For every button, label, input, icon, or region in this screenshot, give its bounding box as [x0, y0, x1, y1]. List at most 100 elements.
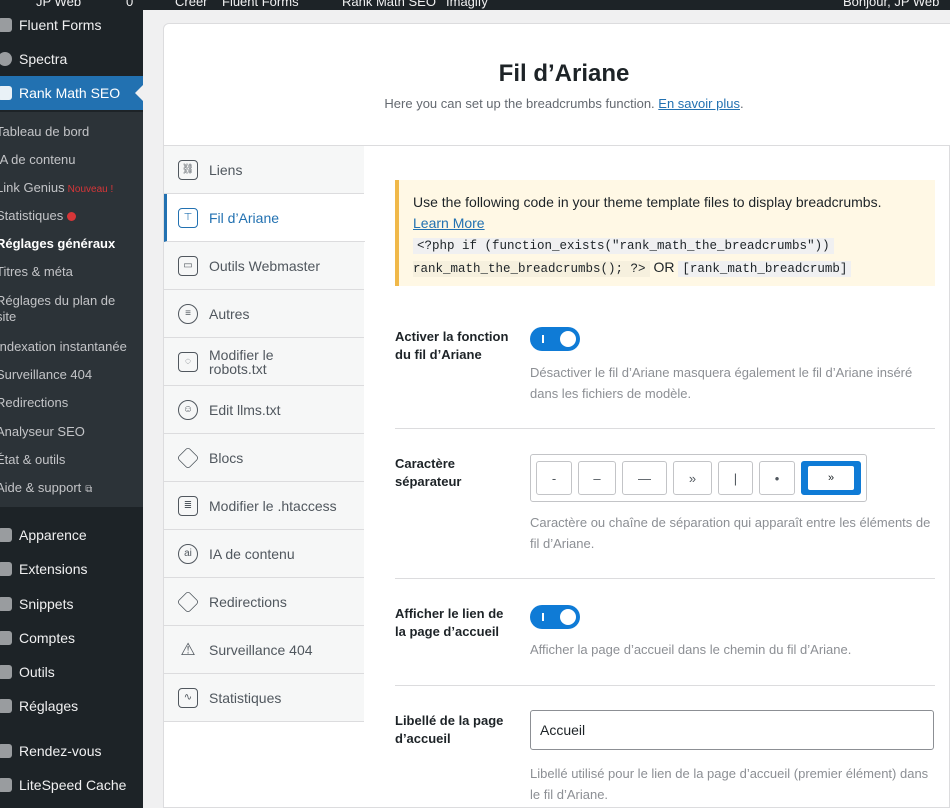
enable-breadcrumbs-toggle[interactable]	[530, 327, 580, 351]
llms-icon: ☺	[178, 399, 198, 420]
code-snippet-php-call[interactable]: rank_math_the_breadcrumbs(); ?>	[413, 261, 650, 277]
sidebar-item-label: Outils	[19, 664, 55, 680]
admin-bar-fluent-forms[interactable]: Fluent Forms	[222, 0, 299, 9]
external-link-icon: ⧉	[85, 484, 93, 495]
admin-bar-imagify[interactable]: Imagify	[446, 0, 488, 9]
submenu-item-titles-meta[interactable]: Titres & méta	[0, 264, 73, 280]
separator-label: Caractère séparateur	[395, 456, 462, 489]
divider	[395, 578, 935, 579]
ai-icon: ai	[178, 543, 198, 564]
admin-bar-comments[interactable]: 0	[126, 0, 133, 9]
code-snippet-shortcode[interactable]: [rank_math_breadcrumb]	[678, 261, 852, 277]
admin-bar-greeting[interactable]: Bonjour, JP Web	[843, 0, 939, 9]
submenu-item-seo-analyzer[interactable]: Analyseur SEO	[0, 424, 85, 440]
sidebar-item-appointments[interactable]: Rendez-vous	[0, 734, 143, 768]
rank-math-submenu: Tableau de bord IA de contenu Link Geniu…	[0, 112, 143, 507]
sidebar-item-label: Snippets	[19, 596, 74, 612]
fluent-forms-icon	[0, 18, 12, 32]
new-badge: Nouveau !	[67, 184, 114, 195]
sidebar-item-label: Apparence	[19, 527, 87, 543]
submenu-item-404-monitor[interactable]: Surveillance 404	[0, 367, 92, 383]
settings-icon	[0, 699, 12, 713]
sidebar-item-label: Extensions	[19, 561, 88, 577]
settings-tabs: ⛓ Liens ⊤ Fil d’Ariane ▭ Outils Webmaster ≡…	[164, 146, 365, 722]
tab-webmaster-tools[interactable]: ▭ Outils Webmaster	[164, 242, 364, 290]
separator-option-bullet[interactable]: •	[759, 461, 795, 495]
admin-bar-rank-math[interactable]: Rank Math SEO	[342, 0, 436, 9]
admin-bar-new[interactable]: Créer	[175, 0, 208, 9]
submenu-item-statistics[interactable]: Statistiques	[0, 208, 77, 224]
show-home-link-label: Afficher le lien de la page d’accueil	[395, 606, 504, 639]
sidebar-item-tools[interactable]: Outils	[0, 655, 143, 689]
sidebar-item-rank-math[interactable]: Rank Math SEO	[0, 76, 143, 110]
tab-blocks[interactable]: Blocs	[164, 434, 364, 482]
separator-description: Caractère ou chaîne de séparation qui ap…	[530, 515, 931, 551]
sidebar-item-plugins[interactable]: Extensions	[0, 552, 143, 586]
submenu-item-dashboard[interactable]: Tableau de bord	[0, 124, 89, 140]
snippets-icon	[0, 597, 12, 611]
admin-sidebar: Fluent Forms Spectra Rank Math SEO Table…	[0, 10, 143, 808]
separator-option-em-dash[interactable]: —	[622, 461, 667, 495]
submenu-item-help-support[interactable]: Aide & support ⧉	[0, 480, 92, 498]
sidebar-item-snippets[interactable]: Snippets	[0, 587, 143, 621]
redirect-icon	[176, 590, 200, 613]
code-notice: Use the following code in your theme tem…	[395, 180, 935, 286]
toolbox-icon: ▭	[178, 255, 198, 276]
separator-option-en-dash[interactable]: –	[578, 461, 616, 495]
home-label-description: Libellé utilisé pour le lien de la page …	[530, 766, 929, 802]
tab-robots-txt[interactable]: ◌ Modifier le robots.txt	[164, 338, 364, 386]
warning-icon: ⚠	[180, 639, 196, 659]
tab-redirections[interactable]: Redirections	[164, 578, 364, 626]
show-home-link-description: Afficher la page d’accueil dans le chemi…	[530, 642, 852, 657]
rank-math-icon	[0, 86, 12, 100]
separator-options: - – — » | • »	[530, 454, 867, 502]
submenu-item-sitemap-settings[interactable]: Réglages du plan de site	[0, 293, 116, 325]
tab-404-monitor[interactable]: ⚠ Surveillance 404	[164, 626, 364, 674]
sidebar-item-label: LiteSpeed Cache	[19, 777, 127, 793]
sidebar-item-label: Réglages	[19, 698, 79, 714]
sidebar-item-fluent-forms[interactable]: Fluent Forms	[0, 10, 143, 42]
submenu-item-general-settings[interactable]: Réglages généraux	[0, 236, 115, 252]
notice-learn-more-link[interactable]: Learn More	[413, 215, 485, 231]
admin-bar-site[interactable]: JP Web	[36, 0, 81, 9]
tab-breadcrumbs[interactable]: ⊤ Fil d’Ariane	[164, 194, 365, 242]
page-description: Here you can set up the breadcrumbs func…	[384, 96, 744, 111]
tab-others[interactable]: ≡ Autres	[164, 290, 364, 338]
sidebar-item-settings[interactable]: Réglages	[0, 689, 143, 723]
enable-breadcrumbs-label: Activer la fonction du fil d’Ariane	[395, 329, 509, 362]
submenu-item-redirections[interactable]: Redirections	[0, 395, 68, 411]
submenu-item-content-ai[interactable]: IA de contenu	[0, 152, 76, 168]
tools-icon	[0, 665, 12, 679]
page-header: Fil d’Ariane Here you can set up the bre…	[164, 24, 950, 146]
spectra-icon	[0, 52, 12, 66]
separator-option-hyphen[interactable]: -	[536, 461, 572, 495]
divider	[395, 428, 935, 429]
calendar-icon	[0, 744, 12, 758]
tab-llms-txt[interactable]: ☺ Edit llms.txt	[164, 386, 364, 434]
htaccess-icon: ≣	[178, 495, 198, 516]
admin-top-bar: JP Web 0 Créer Fluent Forms Rank Math SE…	[0, 0, 950, 10]
tab-content-ai[interactable]: ai IA de contenu	[164, 530, 364, 578]
tab-links[interactable]: ⛓ Liens	[164, 146, 364, 194]
show-home-link-toggle[interactable]	[530, 605, 580, 629]
learn-more-link[interactable]: En savoir plus	[658, 96, 740, 111]
sidebar-item-spectra[interactable]: Spectra	[0, 42, 143, 76]
code-snippet-php[interactable]: <?php if (function_exists("rank_math_the…	[413, 238, 834, 254]
separator-option-pipe[interactable]: |	[718, 461, 753, 495]
sidebar-item-appearance[interactable]: Apparence	[0, 518, 143, 552]
sidebar-item-litespeed[interactable]: LiteSpeed Cache	[0, 768, 143, 802]
submenu-item-instant-indexing[interactable]: Indexation instantanée	[0, 339, 127, 355]
sidebar-item-label: Fluent Forms	[19, 17, 102, 33]
tab-statistics[interactable]: ∿ Statistiques	[164, 674, 364, 722]
users-icon	[0, 631, 12, 645]
separator-option-custom[interactable]: »	[801, 461, 861, 495]
tab-htaccess[interactable]: ≣ Modifier le .htaccess	[164, 482, 364, 530]
separator-custom-input[interactable]: »	[808, 466, 854, 490]
home-label-input[interactable]	[530, 710, 934, 750]
submenu-item-link-genius[interactable]: Link Genius Nouveau !	[0, 180, 113, 198]
breadcrumb-icon: ⊤	[178, 207, 198, 228]
separator-option-raquo[interactable]: »	[673, 461, 712, 495]
submenu-item-status-tools[interactable]: État & outils	[0, 452, 65, 468]
sidebar-item-users[interactable]: Comptes	[0, 621, 143, 655]
blocks-icon	[176, 446, 200, 469]
